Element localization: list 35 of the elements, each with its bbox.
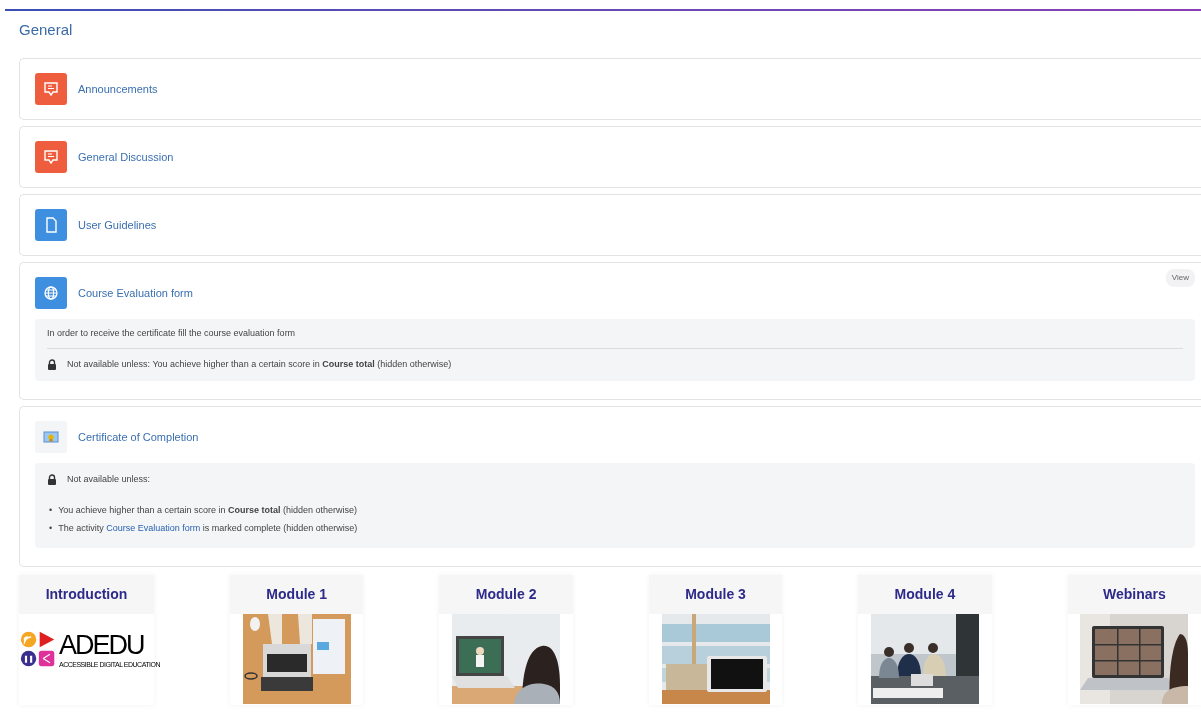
activity-link[interactable]: General Discussion	[78, 148, 174, 166]
section-title: General	[19, 20, 73, 40]
activity-link[interactable]: User Guidelines	[78, 216, 157, 234]
restriction-text: Not available unless:	[67, 473, 151, 486]
bullet: •	[49, 522, 53, 535]
module-title: Webinars	[1101, 584, 1167, 604]
module-title: Module 4	[893, 584, 957, 604]
logo-icons-drawing	[20, 631, 56, 667]
module-title: Introduction	[44, 584, 129, 604]
module-tile[interactable]: Module 2	[439, 574, 573, 705]
activity-link[interactable]: Course Evaluation form	[106, 523, 201, 533]
lock-icon	[47, 358, 57, 370]
globe-icon	[35, 277, 67, 309]
activity-link[interactable]: Announcements	[78, 80, 158, 98]
restriction-item: The activity Course Evaluation form is marked complete (hidden otherwise)	[58, 522, 358, 535]
document-icon	[35, 209, 67, 241]
module-tile[interactable]: Module 1	[230, 574, 364, 705]
logo-wordmark: ADEDU	[59, 629, 144, 660]
activity-link[interactable]: Certificate of Completion	[78, 428, 199, 446]
module-title: Module 3	[684, 584, 747, 604]
certificate-icon	[35, 421, 67, 453]
restriction-text: Not available unless: You achieve higher than a certain score in Course total (hidden otherwise)	[67, 357, 452, 371]
activity-link[interactable]: Course Evaluation form	[78, 284, 193, 302]
description-text: In order to receive the certificate fill the course evaluation form	[47, 328, 296, 338]
module-title: Module 2	[474, 584, 538, 604]
module-tile[interactable]: Webinars	[1067, 574, 1201, 705]
restriction-item: You achieve higher than a certain score in Course total (hidden otherwise)	[58, 503, 357, 517]
speech-bubble-icon	[35, 73, 67, 105]
module-tile[interactable]: Module 3	[648, 574, 783, 705]
lock-icon	[47, 474, 57, 486]
module-tile[interactable]: Module 4	[858, 574, 992, 705]
module-title: Module 1	[265, 584, 329, 604]
speech-bubble-icon	[35, 141, 67, 173]
bullet: •	[49, 503, 53, 517]
view-button[interactable]: View	[1165, 269, 1195, 287]
